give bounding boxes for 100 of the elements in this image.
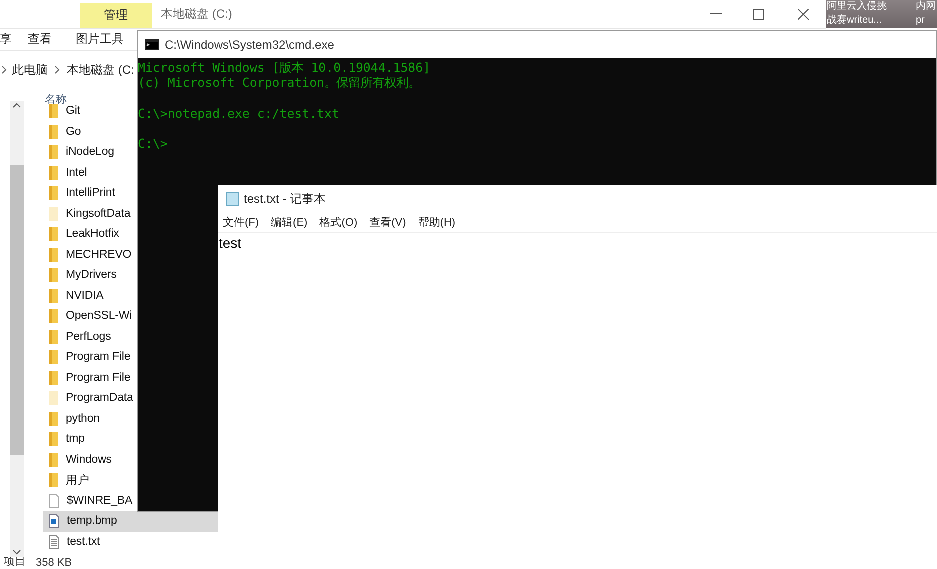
folder-icon xyxy=(49,104,58,118)
file-name: $WINRE_BA xyxy=(67,494,133,507)
window-title: test.txt - 记事本 xyxy=(244,190,326,208)
file-name: IntelliPrint xyxy=(66,187,116,200)
file-row[interactable]: Program File xyxy=(43,347,137,368)
notepad-icon xyxy=(226,192,239,206)
file-row[interactable]: MECHREVO xyxy=(43,244,137,265)
folder-icon xyxy=(49,309,58,324)
ribbon-tab[interactable]: 查看 xyxy=(28,31,52,48)
menu-item[interactable]: 查看(V) xyxy=(370,215,406,230)
folder-icon xyxy=(49,227,58,242)
console-line: C:\> xyxy=(138,136,169,152)
text-content[interactable]: test xyxy=(218,233,937,251)
folder-icon xyxy=(49,206,58,221)
file-row[interactable]: OpenSSL-Wi xyxy=(43,306,137,326)
file-row[interactable]: MyDrivers xyxy=(43,265,137,286)
ribbon-tab[interactable]: 享 xyxy=(0,31,12,48)
file-row[interactable]: python xyxy=(43,408,137,429)
file-name: Intel xyxy=(66,166,88,179)
file-row[interactable]: IntelliPrint xyxy=(43,183,137,204)
file-row[interactable]: iNodeLog xyxy=(43,142,137,162)
file-row[interactable]: $WINRE_BA xyxy=(43,490,137,511)
folder-icon xyxy=(49,391,58,406)
status-text: 项目 xyxy=(4,557,26,569)
file-icon xyxy=(49,494,59,508)
file-name: Git xyxy=(66,105,80,118)
file-name: Windows xyxy=(66,454,112,466)
window-title: 本地磁盘 (C:) xyxy=(161,6,232,22)
file-name: PerfLogs xyxy=(66,330,112,343)
file-name: Program File xyxy=(66,372,131,384)
file-row[interactable]: NVIDIA xyxy=(43,286,137,306)
file-name: Program File xyxy=(66,351,131,364)
folder-icon xyxy=(49,370,58,385)
folder-icon xyxy=(49,330,58,344)
text-file-icon xyxy=(49,534,59,549)
file-row[interactable]: tmp xyxy=(43,429,137,450)
folder-icon xyxy=(49,124,58,139)
menu-item[interactable]: 文件(F) xyxy=(223,215,260,230)
status-text: 358 KB xyxy=(36,557,72,569)
file-name: python xyxy=(66,412,100,425)
menu-item[interactable]: 编辑(E) xyxy=(271,215,308,230)
file-row[interactable]: KingsoftData xyxy=(43,204,137,224)
image-file-icon xyxy=(49,514,59,528)
folder-icon xyxy=(49,288,58,303)
chevron-icon xyxy=(2,66,7,74)
file-row[interactable]: LeakHotfix xyxy=(43,224,137,244)
folder-icon xyxy=(49,145,58,160)
file-name: test.txt xyxy=(67,536,100,548)
window-title: C:\Windows\System32\cmd.exe xyxy=(165,38,334,52)
file-name: MyDrivers xyxy=(66,269,117,282)
close-icon[interactable] xyxy=(798,8,808,20)
column-header[interactable]: 名称 xyxy=(45,92,67,107)
file-name: tmp xyxy=(66,433,85,446)
folder-icon xyxy=(49,473,58,488)
folder-icon xyxy=(49,248,58,262)
console-line: C:\>notepad.exe c:/test.txt xyxy=(138,106,340,121)
desktop-label: 战赛writeu... xyxy=(826,14,884,28)
console-line: Microsoft Windows [版本 10.0.19044.1586] xyxy=(138,60,432,76)
file-row[interactable]: Windows xyxy=(43,450,137,470)
file-row[interactable]: temp.bmp xyxy=(43,511,218,532)
breadcrumb-item[interactable]: 此电脑 xyxy=(12,62,48,78)
file-name: 用户 xyxy=(66,473,90,488)
file-row[interactable]: Intel xyxy=(43,162,137,183)
folder-icon xyxy=(49,412,58,426)
folder-icon xyxy=(49,268,58,282)
file-name: NVIDIA xyxy=(66,290,104,302)
console-line: (c) Microsoft Corporation。保留所有权利。 xyxy=(138,75,422,90)
breadcrumb-item[interactable]: 本地磁盘 (C: xyxy=(67,62,134,78)
file-name: ProgramData xyxy=(66,392,134,404)
ribbon-tab[interactable]: 图片工具 xyxy=(76,31,124,48)
file-row[interactable]: Program File xyxy=(43,368,137,388)
scroll-down-icon xyxy=(13,550,21,555)
folder-icon xyxy=(49,166,58,180)
scrollbar[interactable] xyxy=(10,101,24,557)
console-icon xyxy=(145,39,159,50)
chevron-icon xyxy=(55,66,60,74)
minimize-icon[interactable] xyxy=(710,13,722,15)
desktop-label: 内网 xyxy=(915,0,937,14)
desktop-label: 阿里云入侵挑 xyxy=(826,0,888,14)
desktop-label: pr xyxy=(915,14,926,28)
file-name: LeakHotfix xyxy=(66,228,120,240)
file-row[interactable]: Go xyxy=(43,122,137,142)
file-row[interactable]: 用户 xyxy=(43,470,137,490)
maximize-icon[interactable] xyxy=(752,8,764,20)
manage-tab[interactable]: 管理 xyxy=(80,3,152,28)
menu-item[interactable]: 帮助(H) xyxy=(418,215,456,230)
file-row[interactable]: PerfLogs xyxy=(43,326,137,347)
file-row[interactable]: ProgramData xyxy=(43,388,137,408)
folder-icon xyxy=(49,432,58,446)
scrollbar-thumb[interactable] xyxy=(10,165,24,455)
file-name: Go xyxy=(66,126,82,138)
file-name: KingsoftData xyxy=(66,208,131,220)
folder-icon xyxy=(49,350,58,364)
file-name: MECHREVO xyxy=(66,248,132,261)
file-name: iNodeLog xyxy=(66,146,114,158)
scroll-up-icon xyxy=(13,103,21,108)
menu-item[interactable]: 格式(O) xyxy=(320,215,358,230)
folder-icon xyxy=(49,452,58,467)
file-row[interactable]: test.txt xyxy=(43,532,137,552)
file-name: OpenSSL-Wi xyxy=(66,310,132,322)
